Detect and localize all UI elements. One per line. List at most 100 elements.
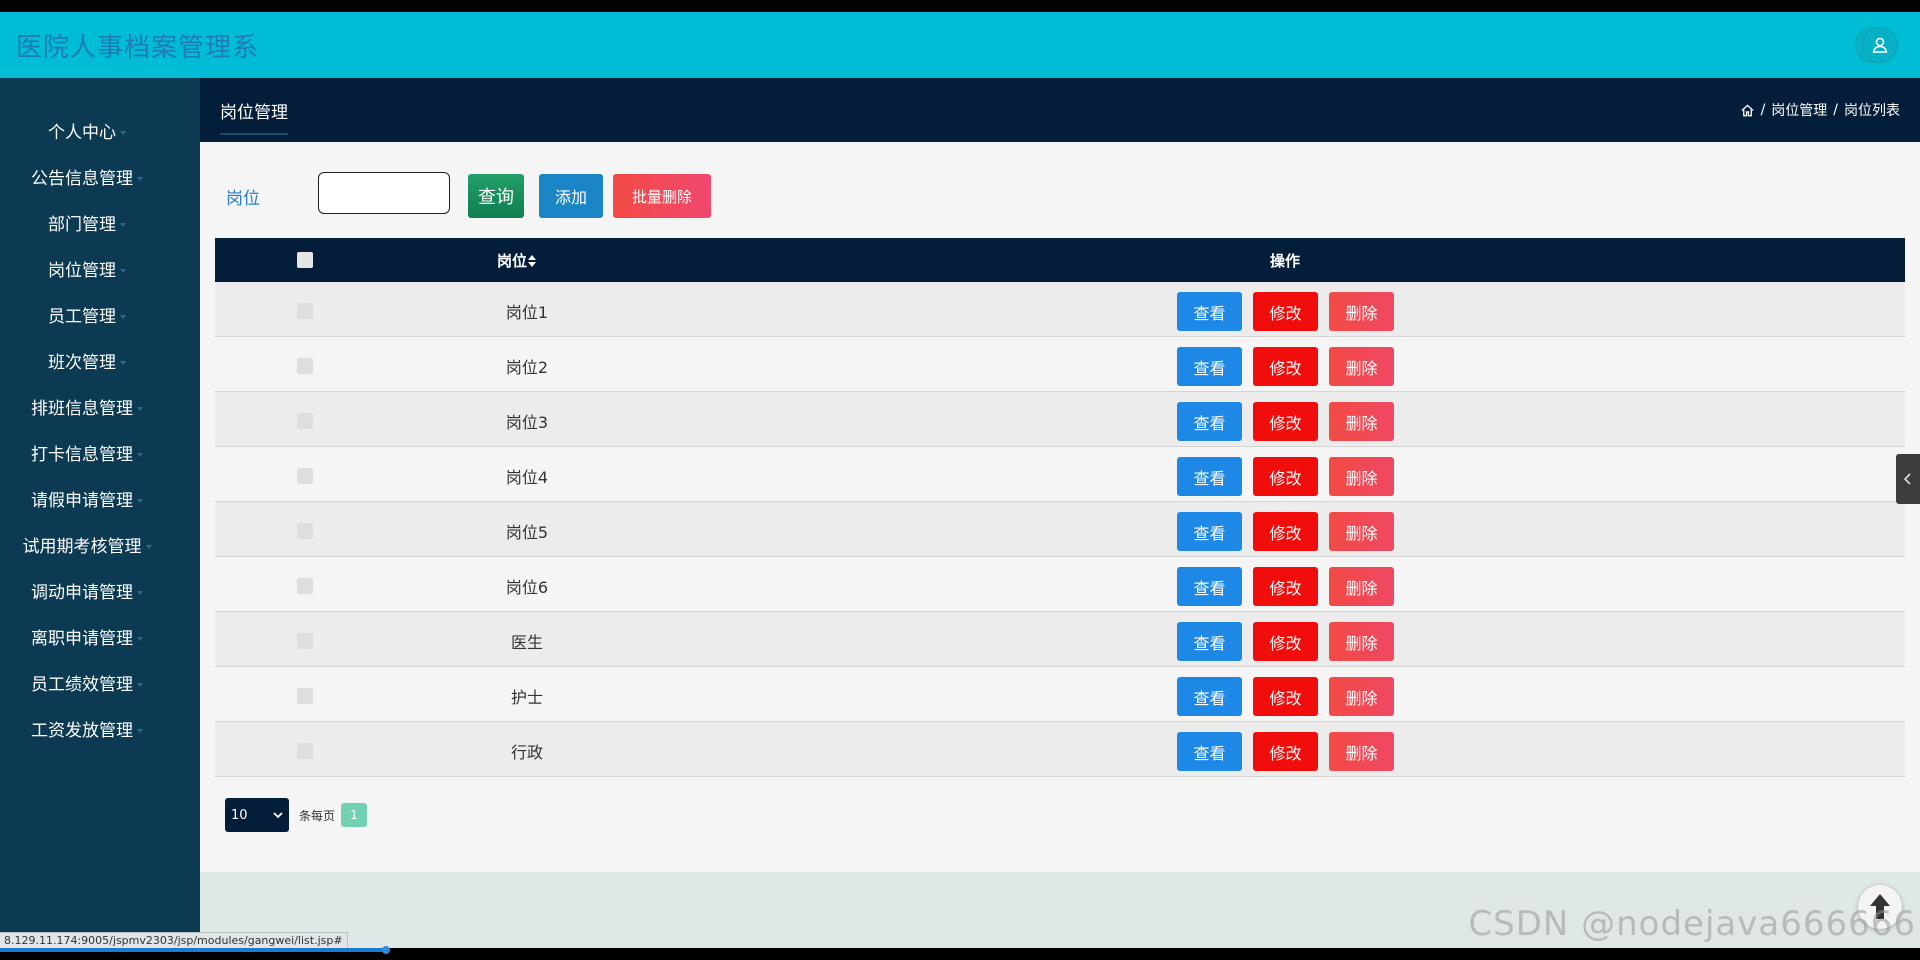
delete-button[interactable]: 删除 bbox=[1329, 677, 1394, 716]
row-checkbox[interactable] bbox=[297, 578, 313, 594]
breadcrumb-separator: / bbox=[1833, 102, 1838, 118]
page-number-button[interactable]: 1 bbox=[341, 803, 368, 827]
position-cell: 岗位3 bbox=[505, 413, 549, 432]
view-button[interactable]: 查看 bbox=[1177, 292, 1242, 331]
edit-button[interactable]: 修改 bbox=[1253, 292, 1318, 331]
edit-button[interactable]: 修改 bbox=[1253, 347, 1318, 386]
user-icon bbox=[1872, 37, 1888, 53]
page-title: 岗位管理 bbox=[220, 98, 288, 135]
sidebar-item-scheduling[interactable]: 排班信息管理 bbox=[0, 394, 174, 424]
delete-button[interactable]: 删除 bbox=[1329, 347, 1394, 386]
top-bar: 医院人事档案管理系 bbox=[0, 12, 1920, 78]
position-cell: 岗位2 bbox=[505, 358, 549, 377]
sidebar-item-transfer-requests[interactable]: 调动申请管理 bbox=[0, 578, 174, 608]
positions-table: 岗位 操作 岗位1 查看 修改 删除 岗位2 查看 修改 删除 岗位3 查看 修… bbox=[215, 238, 1905, 777]
row-checkbox[interactable] bbox=[297, 743, 313, 759]
sidebar-item-employees[interactable]: 员工管理 bbox=[0, 302, 174, 332]
sidebar-item-payroll[interactable]: 工资发放管理 bbox=[0, 716, 174, 746]
edit-button[interactable]: 修改 bbox=[1253, 732, 1318, 771]
view-button[interactable]: 查看 bbox=[1177, 347, 1242, 386]
row-checkbox[interactable] bbox=[297, 633, 313, 649]
chevron-down-icon bbox=[120, 269, 126, 273]
row-checkbox[interactable] bbox=[297, 468, 313, 484]
view-button[interactable]: 查看 bbox=[1177, 622, 1242, 661]
sidebar-item-shifts[interactable]: 班次管理 bbox=[0, 348, 174, 378]
delete-button[interactable]: 删除 bbox=[1329, 457, 1394, 496]
user-menu-button[interactable] bbox=[1862, 27, 1898, 63]
chevron-down-icon bbox=[137, 591, 143, 595]
sidebar-item-resignation-requests[interactable]: 离职申请管理 bbox=[0, 624, 174, 654]
delete-button[interactable]: 删除 bbox=[1329, 732, 1394, 771]
chevron-down-icon bbox=[137, 177, 143, 181]
view-button[interactable]: 查看 bbox=[1177, 677, 1242, 716]
chevron-down-icon bbox=[137, 453, 143, 457]
side-panel-toggle[interactable] bbox=[1896, 454, 1920, 504]
column-header-actions: 操作 bbox=[1270, 252, 1301, 270]
edit-button[interactable]: 修改 bbox=[1253, 567, 1318, 606]
breadcrumb-item-positions[interactable]: 岗位管理 bbox=[1771, 100, 1827, 120]
sidebar-item-attendance[interactable]: 打卡信息管理 bbox=[0, 440, 174, 470]
search-label: 岗位 bbox=[226, 189, 260, 209]
column-header-position[interactable]: 岗位 bbox=[497, 250, 537, 271]
position-search-input[interactable] bbox=[318, 172, 450, 214]
table-row: 岗位2 查看 修改 删除 bbox=[215, 337, 1905, 392]
status-bar-url: 8.129.11.174:9005/jspmv2303/jsp/modules/… bbox=[0, 932, 348, 948]
main-area: 岗位管理 / 岗位管理 / 岗位列表 岗位 查询 添加 批量删除 岗位 操作 岗… bbox=[200, 78, 1920, 948]
delete-button[interactable]: 删除 bbox=[1329, 512, 1394, 551]
per-page-label: 条每页 bbox=[299, 808, 336, 823]
page-size-select[interactable]: 10 bbox=[225, 798, 289, 832]
sidebar-item-performance[interactable]: 员工绩效管理 bbox=[0, 670, 174, 700]
sidebar-item-leave-requests[interactable]: 请假申请管理 bbox=[0, 486, 174, 516]
edit-button[interactable]: 修改 bbox=[1253, 512, 1318, 551]
view-button[interactable]: 查看 bbox=[1177, 512, 1242, 551]
batch-delete-button[interactable]: 批量删除 bbox=[613, 174, 711, 218]
sidebar-item-personal-center[interactable]: 个人中心 bbox=[0, 118, 174, 148]
row-checkbox[interactable] bbox=[297, 523, 313, 539]
watermark: CSDN @nodejava666666 bbox=[1468, 904, 1916, 944]
page-header: 岗位管理 / 岗位管理 / 岗位列表 bbox=[200, 78, 1920, 142]
breadcrumb-separator: / bbox=[1760, 102, 1766, 118]
chevron-down-icon bbox=[145, 545, 152, 549]
select-all-checkbox[interactable] bbox=[297, 252, 313, 268]
chevron-down-icon bbox=[120, 315, 126, 319]
sidebar-item-announcements[interactable]: 公告信息管理 bbox=[0, 164, 174, 194]
table-header: 岗位 操作 bbox=[215, 238, 1905, 282]
edit-button[interactable]: 修改 bbox=[1253, 677, 1318, 716]
edit-button[interactable]: 修改 bbox=[1253, 402, 1318, 441]
chevron-down-icon bbox=[120, 223, 126, 227]
table-row: 岗位4 查看 修改 删除 bbox=[215, 447, 1905, 502]
view-button[interactable]: 查看 bbox=[1177, 567, 1242, 606]
home-icon[interactable] bbox=[1740, 103, 1755, 118]
view-button[interactable]: 查看 bbox=[1177, 457, 1242, 496]
sidebar-item-departments[interactable]: 部门管理 bbox=[0, 210, 174, 240]
row-checkbox[interactable] bbox=[297, 303, 313, 319]
query-button[interactable]: 查询 bbox=[468, 174, 524, 218]
view-button[interactable]: 查看 bbox=[1177, 732, 1242, 771]
edit-button[interactable]: 修改 bbox=[1253, 622, 1318, 661]
chevron-down-icon bbox=[120, 131, 126, 135]
position-cell: 护士 bbox=[510, 688, 543, 707]
row-checkbox[interactable] bbox=[297, 688, 313, 704]
chevron-down-icon bbox=[137, 637, 143, 641]
view-button[interactable]: 查看 bbox=[1177, 402, 1242, 441]
sidebar-item-probation-review[interactable]: 试用期考核管理 bbox=[0, 532, 174, 562]
delete-button[interactable]: 删除 bbox=[1329, 292, 1394, 331]
delete-button[interactable]: 删除 bbox=[1329, 567, 1394, 606]
breadcrumb: / 岗位管理 / 岗位列表 bbox=[1740, 100, 1900, 120]
edit-button[interactable]: 修改 bbox=[1253, 457, 1318, 496]
add-button[interactable]: 添加 bbox=[539, 174, 603, 218]
position-cell: 岗位1 bbox=[505, 303, 549, 322]
table-row: 行政 查看 修改 删除 bbox=[215, 722, 1905, 777]
sidebar-item-positions[interactable]: 岗位管理 bbox=[0, 256, 174, 286]
position-cell: 岗位4 bbox=[505, 468, 549, 487]
row-checkbox[interactable] bbox=[297, 358, 313, 374]
table-row: 医生 查看 修改 删除 bbox=[215, 612, 1905, 667]
chevron-left-icon bbox=[1903, 473, 1911, 485]
video-progress-bar[interactable] bbox=[0, 948, 388, 952]
chevron-down-icon bbox=[137, 683, 143, 687]
row-checkbox[interactable] bbox=[297, 413, 313, 429]
position-cell: 岗位6 bbox=[505, 578, 549, 597]
video-progress-handle[interactable] bbox=[382, 946, 390, 954]
delete-button[interactable]: 删除 bbox=[1329, 622, 1394, 661]
delete-button[interactable]: 删除 bbox=[1329, 402, 1394, 441]
